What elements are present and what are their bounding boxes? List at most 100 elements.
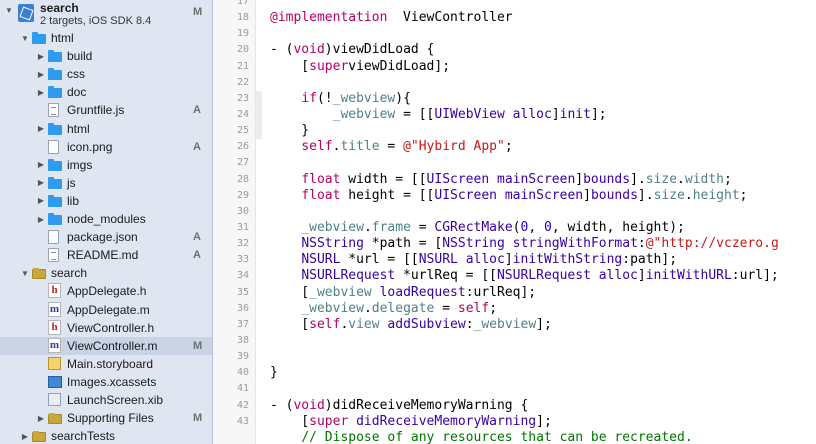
disclosure-closed-icon[interactable]: ▶	[36, 124, 46, 134]
code-token: UIScreen	[434, 187, 497, 203]
disclosure-closed-icon[interactable]: ▶	[36, 413, 46, 423]
navigator-item-label: Gruntfile.js	[67, 103, 125, 118]
implementation-file-icon: m	[48, 337, 61, 353]
code-line: // Dispose of any resources that can be …	[270, 430, 692, 444]
disclosure-closed-icon[interactable]: ▶	[36, 178, 46, 188]
navigator-item[interactable]: ▼ html	[0, 29, 212, 47]
png-file-icon	[48, 139, 59, 154]
disclosure-open-icon[interactable]: ▼	[20, 33, 30, 43]
md-file-icon	[48, 248, 59, 263]
code-line: [self.view addSubview:_webview];	[270, 317, 552, 333]
status-badge: M	[193, 412, 203, 425]
disclosure-open-icon[interactable]: ▼	[4, 5, 14, 15]
code-token: (	[512, 219, 521, 235]
code-token: initWithURL	[645, 268, 732, 284]
navigator-item[interactable]: m AppDelegate.m	[0, 301, 212, 319]
project-name: search	[40, 1, 79, 15]
disclosure-closed-icon[interactable]: ▶	[36, 69, 46, 79]
code-token: ;	[724, 171, 732, 187]
code-token: NSURL	[418, 252, 458, 268]
navigator-item[interactable]: ▶ doc	[0, 83, 212, 101]
project-root-row[interactable]: ▼ search 2 targets, iOS SDK 8.4 M	[0, 0, 212, 30]
code-line: }	[270, 123, 309, 139]
line-number: 29	[236, 189, 249, 201]
disclosure-closed-icon[interactable]: ▶	[36, 51, 46, 61]
code-token: height	[692, 187, 740, 203]
code-token: view	[348, 316, 380, 332]
disclosure-closed-icon[interactable]: ▶	[36, 214, 46, 224]
navigator-item[interactable]: package.json A	[0, 228, 212, 246]
navigator-item[interactable]: ▶ imgs	[0, 156, 212, 174]
code-line: - (void)viewDidLoad {	[270, 42, 434, 58]
navigator-item[interactable]: Images.xcassets	[0, 373, 212, 391]
line-number: 28	[236, 173, 249, 185]
navigator-item-label: Main.storyboard	[67, 356, 154, 371]
navigator-item[interactable]: ▶ html	[0, 120, 212, 138]
line-number: 18	[236, 12, 249, 24]
navigator-item[interactable]: ▶ Supporting Files M	[0, 409, 212, 427]
code-token: [	[270, 413, 310, 429]
navigator-item[interactable]: ▶ js	[0, 174, 212, 192]
code-token: [	[270, 316, 310, 332]
line-number: 32	[236, 238, 249, 250]
code-line: [superviewDidLoad];	[270, 59, 450, 75]
navigator-item[interactable]: ▶ searchTests	[0, 427, 212, 444]
code-line: [_webview loadRequest:urlReq];	[270, 285, 536, 301]
navigator-item[interactable]: ▼ search	[0, 264, 212, 282]
navigator-item-label: build	[67, 49, 93, 64]
code-token: @"http://vczero.g	[645, 236, 779, 252]
code-line: [super didReceiveMemoryWarning];	[270, 413, 551, 430]
code-token: if	[301, 90, 317, 106]
json-file-icon	[48, 230, 59, 245]
code-token: ]	[637, 268, 646, 284]
code-token: ;	[489, 300, 498, 316]
code-line: NSString *path = [NSString stringWithFor…	[270, 236, 779, 252]
code-line: NSURLRequest *urlReq = [[NSURLRequest al…	[270, 268, 778, 284]
implementation-file-icon: m	[48, 301, 61, 317]
disclosure-closed-icon[interactable]: ▶	[36, 196, 46, 206]
code-token: :path];	[622, 252, 678, 268]
navigator-item[interactable]: icon.png A	[0, 138, 212, 156]
code-line: - (void)didReceiveMemoryWarning {	[270, 398, 528, 414]
navigator-item[interactable]: README.md A	[0, 246, 212, 264]
code-editor[interactable]: 17 18 19 20 21 22 23 24 25 26 27 28 29 30 31 32 33 34 35 36…	[213, 0, 816, 444]
group-folder-icon	[32, 268, 46, 280]
navigator-item-label: ViewController.h	[67, 320, 155, 335]
project-navigator: ▼ search 2 targets, iOS SDK 8.4 M ▼ html ▶…	[0, 0, 213, 444]
code-token: :	[637, 236, 646, 252]
navigator-item-label: imgs	[67, 157, 93, 172]
code-token: }	[270, 123, 310, 139]
code-token: mainScreen	[497, 171, 576, 187]
code-token: size	[645, 171, 678, 187]
navigator-item[interactable]: ▶ node_modules	[0, 210, 212, 228]
line-number: 31	[236, 221, 249, 233]
navigator-item-label: lib	[67, 193, 80, 208]
disclosure-closed-icon[interactable]: ▶	[20, 431, 30, 441]
navigator-item[interactable]: LaunchScreen.xib	[0, 391, 212, 409]
navigator-item[interactable]: ▶ lib	[0, 192, 212, 210]
navigator-item[interactable]: Main.storyboard	[0, 355, 212, 373]
navigator-item[interactable]: ▶ build	[0, 47, 212, 65]
storyboard-icon	[48, 356, 61, 370]
code-token: CGRectMake	[434, 219, 513, 235]
code-token: ].	[637, 187, 654, 203]
code-token: :urlReq];	[465, 284, 537, 300]
navigator-item[interactable]: h ViewController.h	[0, 319, 212, 337]
navigator-item[interactable]: m ViewController.m M	[0, 336, 212, 355]
code-fold-ribbon[interactable]	[256, 91, 262, 139]
disclosure-closed-icon[interactable]: ▶	[36, 160, 46, 170]
code-token: float	[301, 171, 341, 187]
navigator-item-label: Images.xcassets	[67, 374, 157, 389]
disclosure-open-icon[interactable]: ▼	[20, 268, 30, 278]
navigator-item[interactable]: h AppDelegate.h	[0, 282, 212, 300]
code-token: self	[457, 300, 490, 316]
navigator-item[interactable]: ▶ css	[0, 65, 212, 83]
navigator-item[interactable]: Gruntfile.js A	[0, 101, 212, 119]
status-badge: A	[193, 104, 201, 117]
disclosure-closed-icon[interactable]: ▶	[36, 87, 46, 97]
